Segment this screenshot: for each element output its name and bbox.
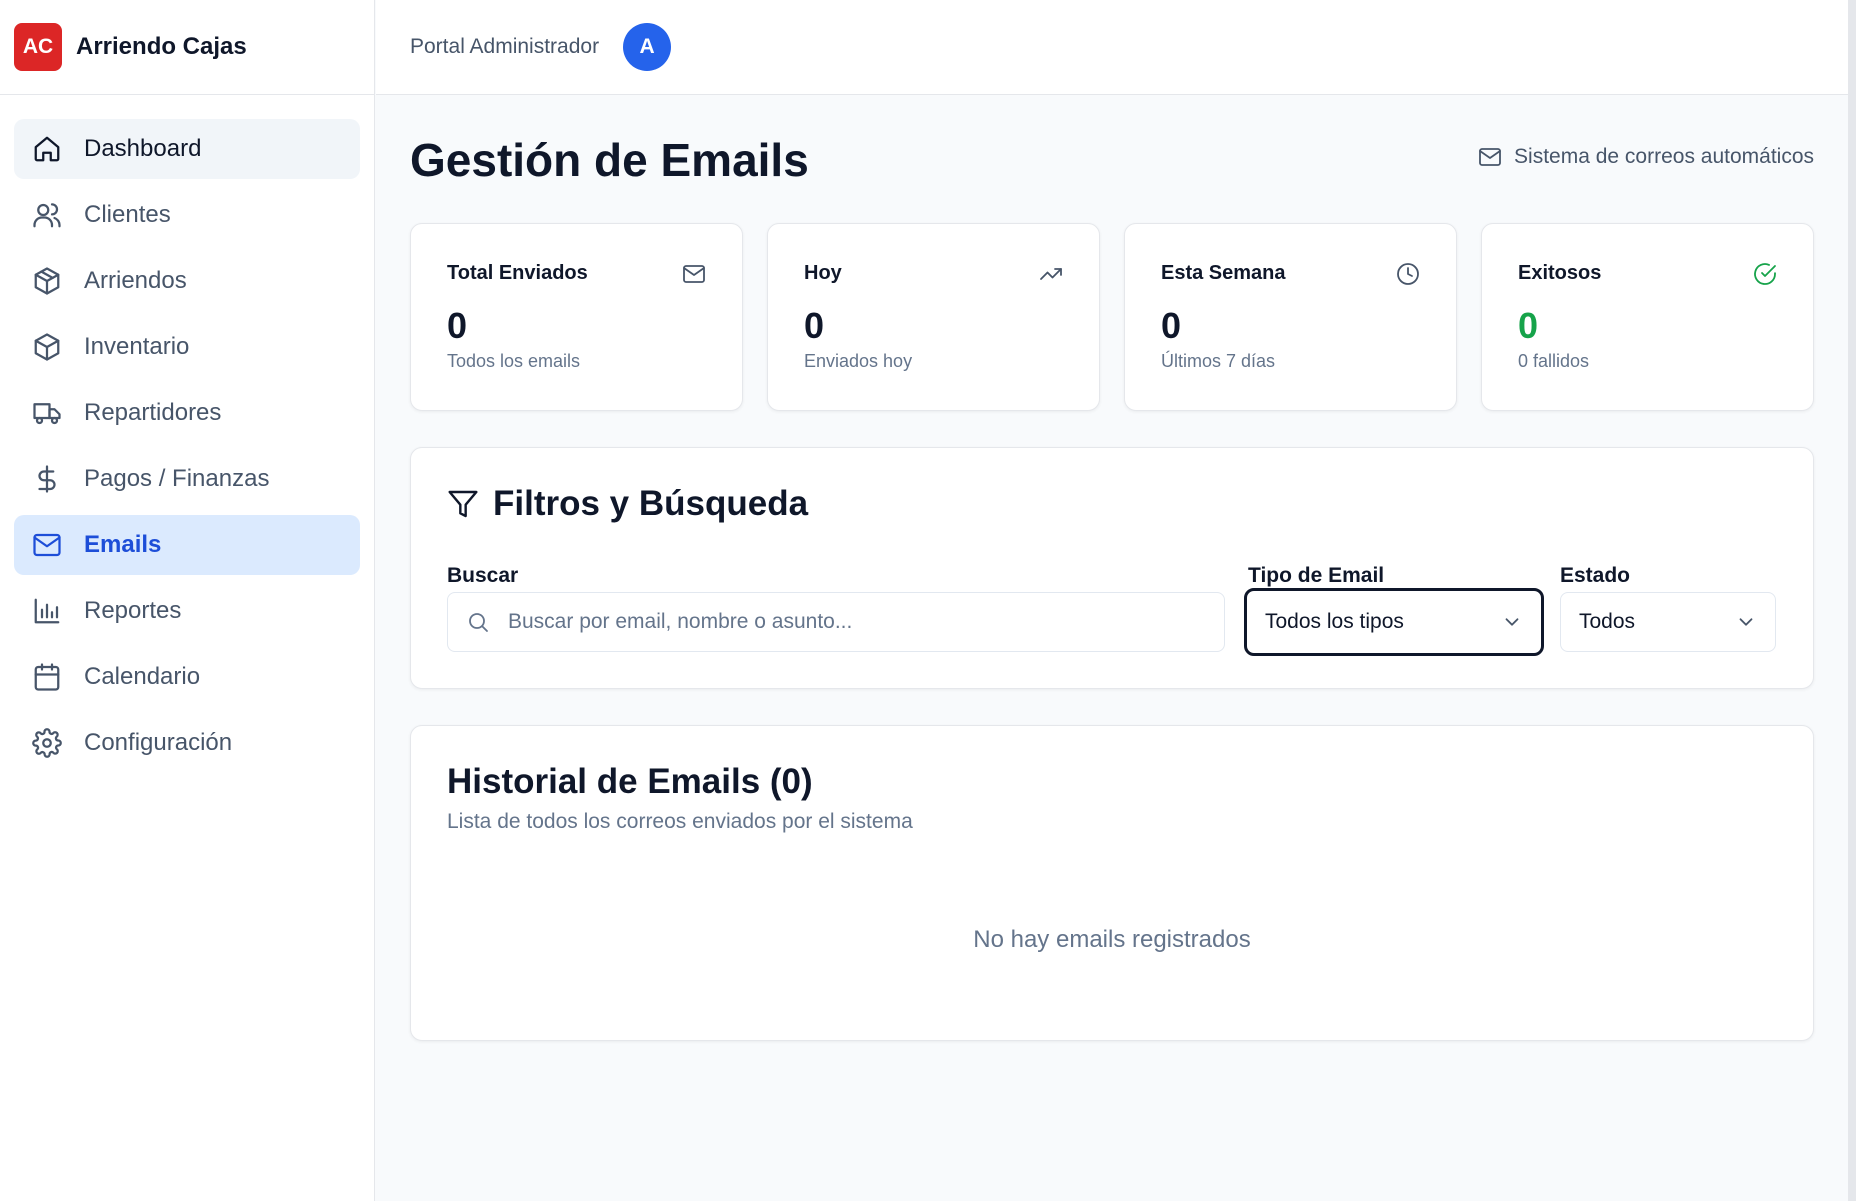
- box-icon: [34, 267, 60, 295]
- brand-name: Arriendo Cajas: [76, 33, 247, 60]
- filters-card: Filtros y Búsqueda Buscar Tipo de Email …: [410, 447, 1814, 689]
- empty-state: No hay emails registrados: [973, 926, 1251, 953]
- search-label: Buscar: [447, 564, 519, 587]
- chevron-down-icon: [1739, 618, 1753, 626]
- status-value: Todos: [1579, 610, 1636, 633]
- mail-icon: [683, 265, 705, 283]
- portal-label: Portal Administrador: [410, 35, 600, 58]
- filters-title-text: Filtros y Búsqueda: [493, 484, 809, 523]
- sidebar-item-label: Clientes: [84, 201, 171, 228]
- stat-card-total: Total Enviados 0 Todos los emails: [410, 223, 743, 411]
- page-subtitle-text: Sistema de correos automáticos: [1514, 145, 1814, 168]
- sidebar-item-label: Pagos / Finanzas: [84, 465, 270, 492]
- stat-title: Esta Semana: [1161, 262, 1286, 284]
- brand-logo: AC: [14, 23, 62, 71]
- stat-card-success: Exitosos 0 0 fallidos: [1481, 223, 1814, 411]
- email-type-select[interactable]: Todos los tipos: [1244, 588, 1544, 656]
- email-type-value: Todos los tipos: [1265, 610, 1404, 633]
- page-header: Gestión de Emails Sistema de correos aut…: [410, 95, 1814, 223]
- search-icon: [469, 613, 488, 632]
- stat-desc: Últimos 7 días: [1161, 351, 1276, 371]
- sidebar-item-emails[interactable]: Emails: [14, 515, 360, 575]
- stat-desc: Enviados hoy: [804, 351, 913, 371]
- stat-title: Total Enviados: [447, 262, 588, 284]
- sidebar-item-dashboard[interactable]: Dashboard: [14, 119, 360, 179]
- stat-desc: 0 fallidos: [1518, 351, 1590, 371]
- status-label: Estado: [1560, 564, 1631, 587]
- brand[interactable]: AC Arriendo Cajas: [0, 0, 374, 95]
- users-icon: [33, 203, 61, 228]
- sidebar-item-label: Dashboard: [84, 135, 202, 162]
- avatar[interactable]: A: [623, 23, 672, 71]
- status-select[interactable]: Todos: [1560, 592, 1776, 652]
- sidebar-item-reportes[interactable]: Reportes: [14, 581, 360, 641]
- stat-value: 0: [1161, 305, 1182, 346]
- sidebar-item-clientes[interactable]: Clientes: [14, 185, 360, 245]
- history-title: Historial de Emails (0): [447, 762, 813, 801]
- sidebar-item-label: Configuración: [84, 729, 233, 756]
- filter-icon: [448, 490, 478, 518]
- chevron-down-icon: [1505, 618, 1519, 626]
- stats-row: Total Enviados 0 Todos los emails Hoy 0 …: [410, 223, 1814, 411]
- sidebar-item-label: Repartidores: [84, 399, 222, 426]
- stat-card-today: Hoy 0 Enviados hoy: [767, 223, 1100, 411]
- gear-icon: [32, 728, 62, 758]
- page-title: Gestión de Emails: [410, 134, 809, 186]
- mail-icon: [33, 533, 61, 557]
- sidebar-item-arriendos[interactable]: Arriendos: [14, 251, 360, 311]
- stat-desc: Todos los emails: [447, 351, 581, 371]
- search-input[interactable]: [508, 610, 1208, 634]
- sidebar-item-pagos[interactable]: Pagos / Finanzas: [14, 449, 360, 509]
- sidebar: AC Arriendo Cajas Dashboard Clientes Arr…: [0, 0, 375, 1201]
- history-subtitle: Lista de todos los correos enviados por …: [447, 810, 913, 833]
- sidebar-item-label: Inventario: [84, 333, 190, 360]
- check-circle-icon: [1754, 263, 1776, 285]
- bar-chart-icon: [34, 598, 60, 624]
- sidebar-item-label: Emails: [84, 531, 162, 558]
- stat-value: 0: [804, 305, 825, 346]
- email-type-label: Tipo de Email: [1248, 564, 1385, 587]
- stat-value: 0: [447, 305, 468, 346]
- dollar-icon: [38, 465, 56, 493]
- sidebar-item-label: Calendario: [84, 663, 201, 690]
- search-field[interactable]: [447, 592, 1225, 652]
- calendar-icon: [34, 663, 60, 691]
- home-icon: [34, 136, 60, 162]
- stat-title: Hoy: [804, 262, 842, 284]
- history-card: Historial de Emails (0) Lista de todos l…: [410, 725, 1814, 1041]
- filters-title: Filtros y Búsqueda: [447, 484, 1777, 524]
- truck-icon: [33, 403, 61, 425]
- sidebar-nav: Dashboard Clientes Arriendos Inventario …: [0, 95, 374, 773]
- sidebar-item-configuracion[interactable]: Configuración: [14, 713, 360, 773]
- stat-title: Exitosos: [1518, 262, 1602, 284]
- page-subtitle: Sistema de correos automáticos: [1478, 145, 1814, 169]
- sidebar-item-inventario[interactable]: Inventario: [14, 317, 360, 377]
- clock-icon: [1397, 263, 1419, 285]
- sidebar-item-label: Arriendos: [84, 267, 187, 294]
- sidebar-item-repartidores[interactable]: Repartidores: [14, 383, 360, 443]
- mail-icon: [1479, 148, 1501, 166]
- stat-value: 0: [1518, 305, 1539, 346]
- sidebar-item-calendario[interactable]: Calendario: [14, 647, 360, 707]
- scrollbar[interactable]: [1848, 0, 1856, 1201]
- main-content: Gestión de Emails Sistema de correos aut…: [410, 95, 1814, 1041]
- topbar: Portal Administrador A: [376, 0, 1848, 95]
- stat-card-week: Esta Semana 0 Últimos 7 días: [1124, 223, 1457, 411]
- box-icon: [34, 333, 60, 361]
- trending-up-icon: [1040, 268, 1062, 280]
- sidebar-item-label: Reportes: [84, 597, 182, 624]
